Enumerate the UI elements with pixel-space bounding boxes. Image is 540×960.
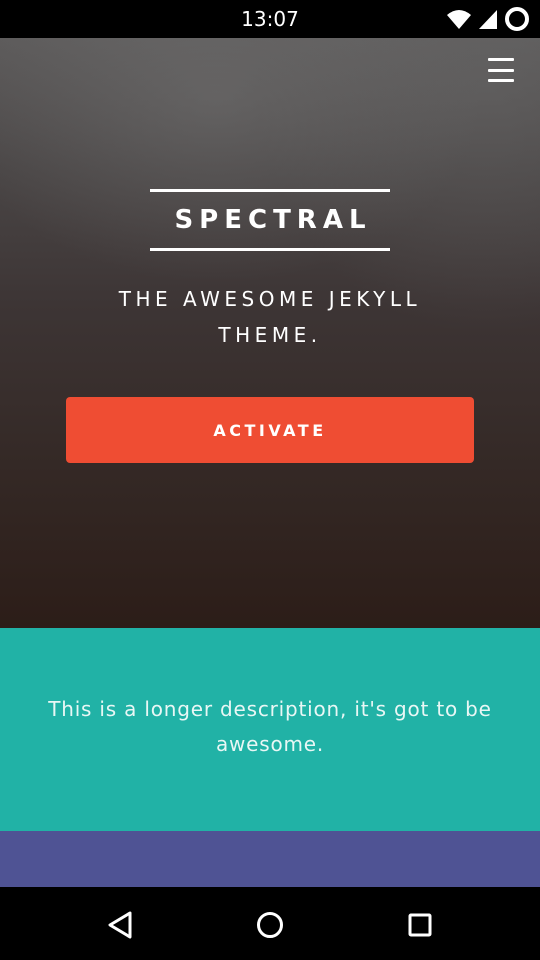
- activate-button[interactable]: ACTIVATE: [66, 397, 474, 463]
- next-section-band: [0, 831, 540, 887]
- screen: 13:07 SPECTRAL THE AWESOME JEKYLL THEME.…: [0, 0, 540, 960]
- navigation-bar: [0, 887, 540, 960]
- description-section: This is a longer description, it's got t…: [0, 628, 540, 831]
- menu-line: [488, 79, 514, 82]
- wifi-icon: [446, 8, 472, 30]
- recents-icon[interactable]: [398, 903, 442, 947]
- back-icon[interactable]: [98, 903, 142, 947]
- menu-line: [488, 58, 514, 61]
- description-text: This is a longer description, it's got t…: [48, 697, 492, 756]
- battery-ring-icon: [504, 6, 530, 32]
- hamburger-menu-icon[interactable]: [488, 58, 514, 82]
- site-title: SPECTRAL: [174, 205, 372, 235]
- menu-line: [488, 68, 514, 72]
- home-icon[interactable]: [248, 903, 292, 947]
- status-icons: [446, 6, 530, 32]
- brand-block: SPECTRAL: [150, 189, 390, 251]
- cell-signal-icon: [478, 8, 498, 30]
- status-bar: 13:07: [0, 0, 540, 38]
- hero-banner: SPECTRAL THE AWESOME JEKYLL THEME. ACTIV…: [0, 38, 540, 628]
- tagline: THE AWESOME JEKYLL THEME.: [118, 287, 422, 347]
